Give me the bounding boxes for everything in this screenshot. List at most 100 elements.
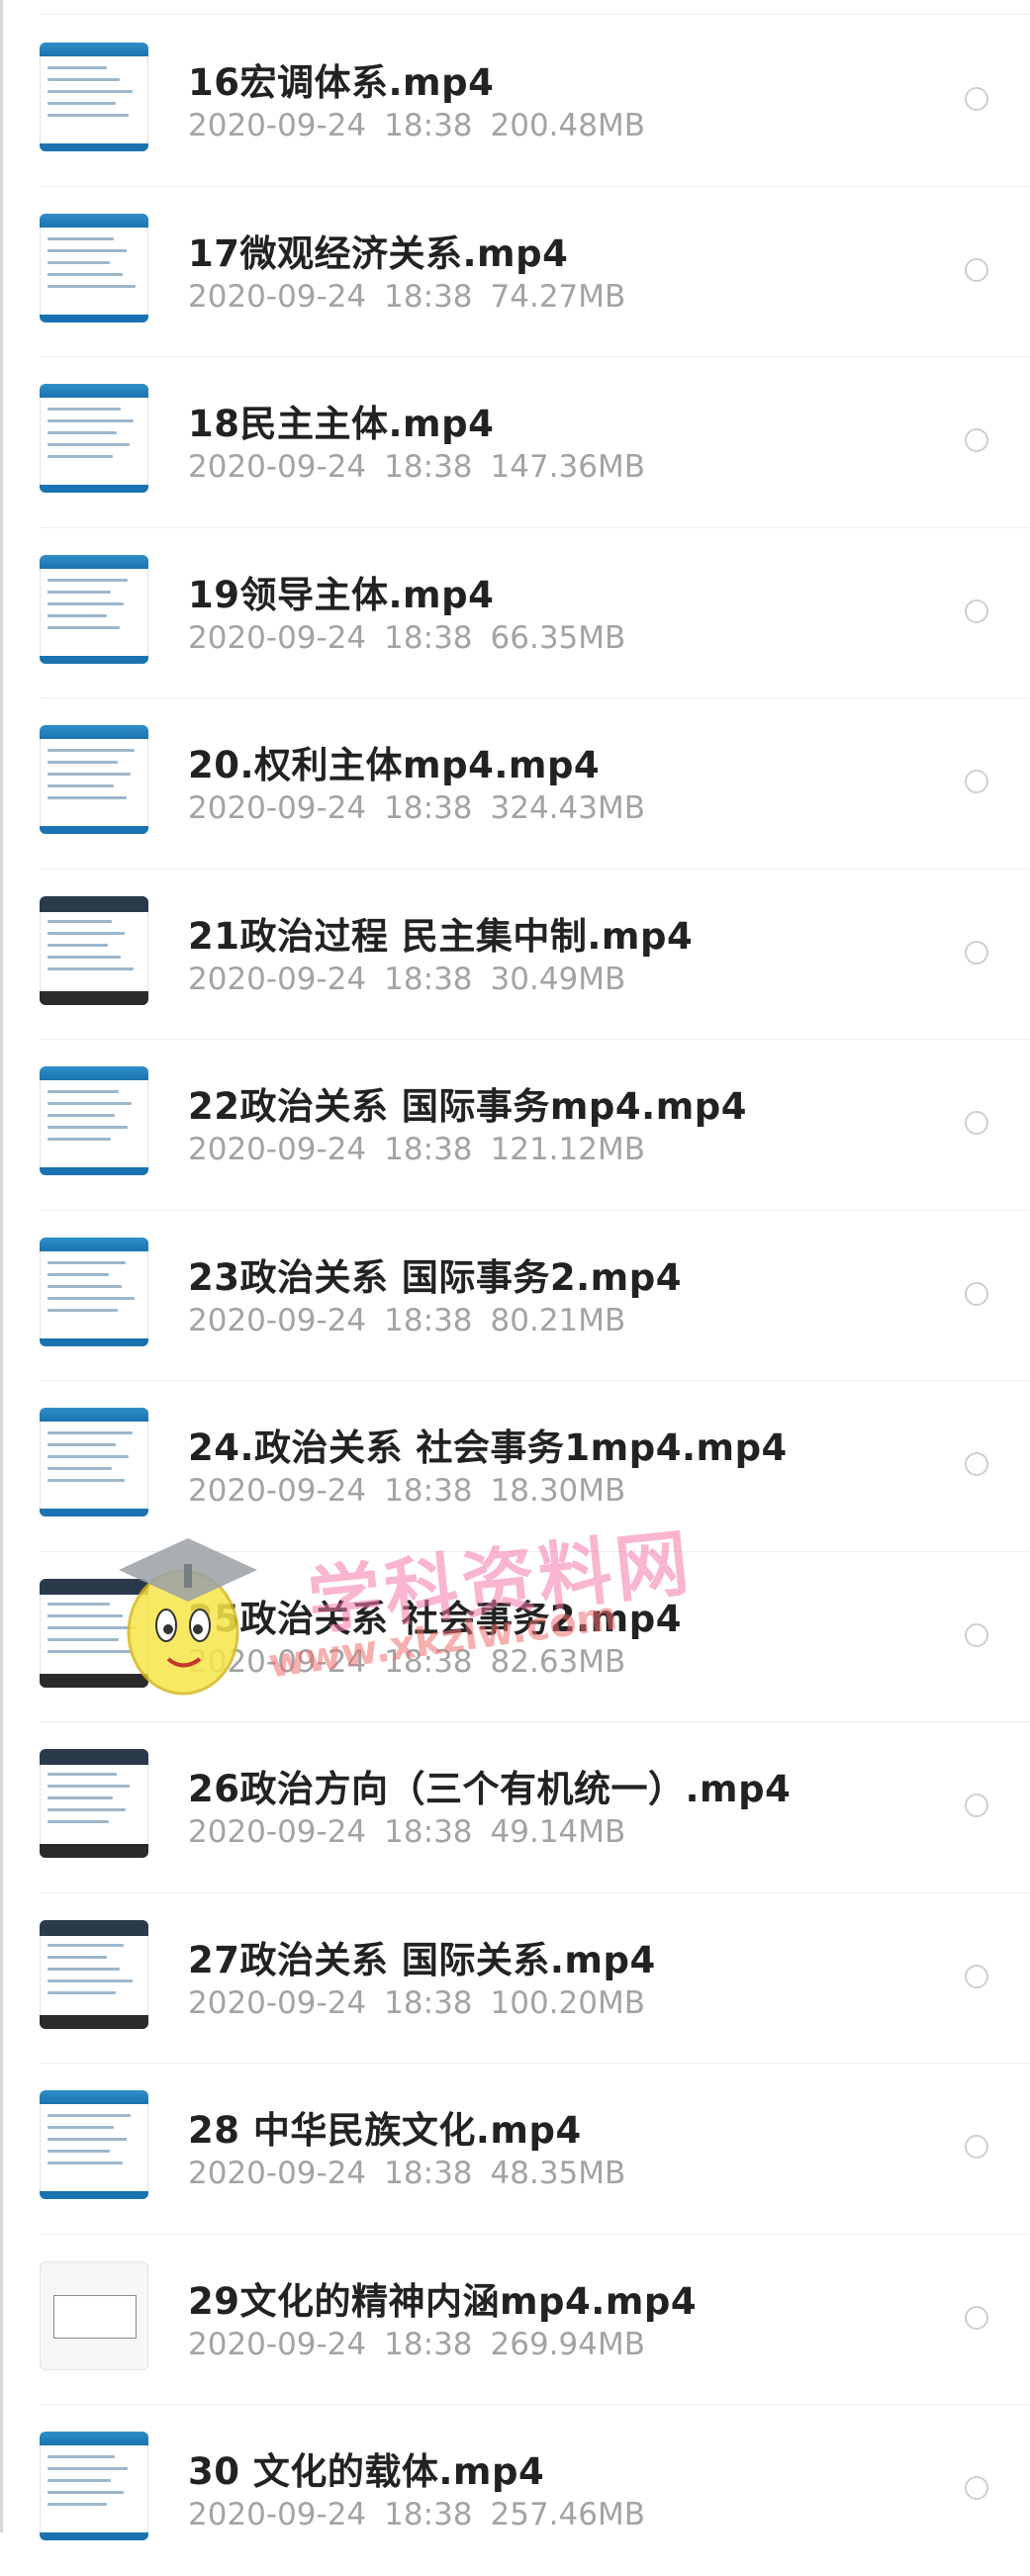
file-date: 2020-09-24: [188, 1473, 367, 1509]
select-radio[interactable]: [965, 1794, 988, 1817]
file-row[interactable]: 20.权利主体mp4.mp4 2020-09-24 18:38 324.43MB: [40, 698, 1030, 870]
file-date: 2020-09-24: [188, 278, 367, 315]
video-thumbnail: [40, 895, 148, 1005]
file-time: 18:38: [384, 1473, 473, 1509]
select-radio[interactable]: [965, 1281, 988, 1306]
file-time: 18:38: [384, 790, 473, 826]
file-size: 49.14MB: [490, 1814, 626, 1850]
select-radio[interactable]: [965, 598, 988, 623]
file-size: 100.20MB: [490, 1984, 645, 2021]
file-row[interactable]: 30 文化的载体.mp4 2020-09-24 18:38 257.46MB: [40, 2405, 1030, 2576]
video-thumbnail: [40, 1749, 148, 1858]
divider: [40, 14, 1030, 15]
file-size: 200.48MB: [490, 108, 645, 143]
video-thumbnail: [40, 554, 148, 664]
select-radio[interactable]: [965, 2305, 988, 2330]
select-radio[interactable]: [965, 1452, 988, 1476]
file-date: 2020-09-24: [188, 961, 367, 997]
file-meta: 2020-09-24 18:38 49.14MB: [188, 1814, 643, 1850]
file-date: 2020-09-24: [188, 790, 367, 826]
select-radio[interactable]: [965, 1622, 988, 1647]
file-time: 18:38: [384, 961, 473, 997]
file-meta: 2020-09-24 18:38 48.35MB: [188, 2156, 643, 2191]
file-meta: 2020-09-24 18:38 74.27MB: [188, 279, 643, 315]
file-row[interactable]: 16宏调体系.mp4 2020-09-24 18:38 200.48MB: [40, 16, 1030, 187]
file-name: 24.政治关系 社会事务1mp4.mp4: [188, 1426, 788, 1469]
select-radio[interactable]: [965, 87, 988, 111]
file-time: 18:38: [384, 278, 473, 315]
video-thumbnail: [40, 2432, 148, 2540]
file-meta: 2020-09-24 18:38 18.30MB: [188, 1473, 643, 1509]
video-thumbnail: [40, 1066, 148, 1175]
file-row[interactable]: 17微观经济关系.mp4 2020-09-24 18:38 74.27MB: [40, 187, 1030, 357]
file-row[interactable]: 28 中华民族文化.mp4 2020-09-24 18:38 48.35MB: [40, 2064, 1030, 2235]
file-row[interactable]: 24.政治关系 社会事务1mp4.mp4 2020-09-24 18:38 18.3…: [40, 1381, 1030, 1552]
file-name: 19领导主体.mp4: [188, 573, 495, 616]
select-radio[interactable]: [965, 770, 988, 793]
file-name: 17微观经济关系.mp4: [188, 231, 569, 275]
file-meta: 2020-09-24 18:38 66.35MB: [188, 620, 643, 656]
select-radio[interactable]: [965, 2135, 988, 2159]
file-time: 18:38: [384, 1302, 473, 1338]
file-size: 18.30MB: [490, 1473, 626, 1509]
file-time: 18:38: [384, 1132, 473, 1167]
file-row[interactable]: 19领导主体.mp4 2020-09-24 18:38 66.35MB: [40, 528, 1030, 698]
video-thumbnail: [40, 1578, 148, 1688]
select-radio[interactable]: [965, 1964, 988, 1988]
file-date: 2020-09-24: [188, 1132, 367, 1167]
file-time: 18:38: [384, 619, 473, 656]
file-date: 2020-09-24: [188, 1643, 367, 1680]
video-thumbnail: [40, 384, 148, 493]
file-size: 121.12MB: [490, 1132, 645, 1167]
file-time: 18:38: [384, 2326, 473, 2362]
file-time: 18:38: [384, 1643, 473, 1680]
file-date: 2020-09-24: [188, 1984, 367, 2021]
file-size: 48.35MB: [490, 2156, 626, 2191]
file-row[interactable]: 23政治关系 国际事务2.mp4 2020-09-24 18:38 80.21MB: [40, 1211, 1030, 1381]
file-meta: 2020-09-24 18:38 200.48MB: [188, 108, 663, 143]
select-radio[interactable]: [965, 428, 988, 452]
file-time: 18:38: [384, 449, 473, 485]
file-name: 27政治关系 国际关系.mp4: [188, 1938, 656, 1981]
select-radio[interactable]: [965, 1111, 988, 1135]
file-date: 2020-09-24: [188, 2156, 367, 2191]
file-meta: 2020-09-24 18:38 82.63MB: [188, 1644, 643, 1680]
file-row[interactable]: 26政治方向（三个有机统一）.mp4 2020-09-24 18:38 49.14M…: [40, 1722, 1030, 1893]
video-thumbnail: [40, 43, 148, 151]
file-name: 18民主主体.mp4: [188, 403, 495, 445]
file-size: 269.94MB: [490, 2326, 645, 2362]
file-size: 147.36MB: [490, 449, 645, 485]
file-row[interactable]: 25政治关系 社会事务2.mp4 2020-09-24 18:38 82.63MB: [40, 1552, 1030, 1722]
file-time: 18:38: [384, 1984, 473, 2021]
file-size: 74.27MB: [490, 278, 626, 315]
file-time: 18:38: [384, 1814, 473, 1850]
file-row[interactable]: 27政治关系 国际关系.mp4 2020-09-24 18:38 100.20MB: [40, 1893, 1030, 2064]
file-date: 2020-09-24: [188, 108, 367, 143]
file-meta: 2020-09-24 18:38 80.21MB: [188, 1303, 643, 1338]
file-meta: 2020-09-24 18:38 147.36MB: [188, 449, 663, 485]
file-row[interactable]: 21政治过程 民主集中制.mp4 2020-09-24 18:38 30.49MB: [40, 870, 1030, 1040]
file-date: 2020-09-24: [188, 449, 367, 485]
select-radio[interactable]: [965, 940, 988, 965]
file-name: 22政治关系 国际事务mp4.mp4: [188, 1085, 747, 1128]
select-radio[interactable]: [965, 2476, 988, 2500]
file-size: 324.43MB: [490, 790, 645, 826]
video-thumbnail: [40, 2260, 148, 2370]
file-size: 30.49MB: [490, 961, 626, 997]
file-name: 23政治关系 国际事务2.mp4: [188, 1255, 682, 1299]
video-thumbnail: [40, 1919, 148, 2029]
file-date: 2020-09-24: [188, 1814, 367, 1850]
video-thumbnail: [40, 213, 148, 322]
file-date: 2020-09-24: [188, 2497, 367, 2532]
select-radio[interactable]: [965, 257, 988, 282]
file-row[interactable]: 22政治关系 国际事务mp4.mp4 2020-09-24 18:38 121.12…: [40, 1040, 1030, 1211]
file-name: 26政治方向（三个有机统一）.mp4: [188, 1768, 792, 1810]
file-name: 28 中华民族文化.mp4: [188, 2109, 582, 2152]
video-thumbnail: [40, 1408, 148, 1517]
file-row[interactable]: 18民主主体.mp4 2020-09-24 18:38 147.36MB: [40, 357, 1030, 528]
file-name: 20.权利主体mp4.mp4: [188, 744, 601, 786]
file-size: 66.35MB: [490, 619, 626, 656]
file-row[interactable]: 29文化的精神内涵mp4.mp4 2020-09-24 18:38 269.94MB: [40, 2235, 1030, 2405]
video-thumbnail: [40, 1237, 148, 1346]
file-name: 30 文化的载体.mp4: [188, 2450, 545, 2493]
